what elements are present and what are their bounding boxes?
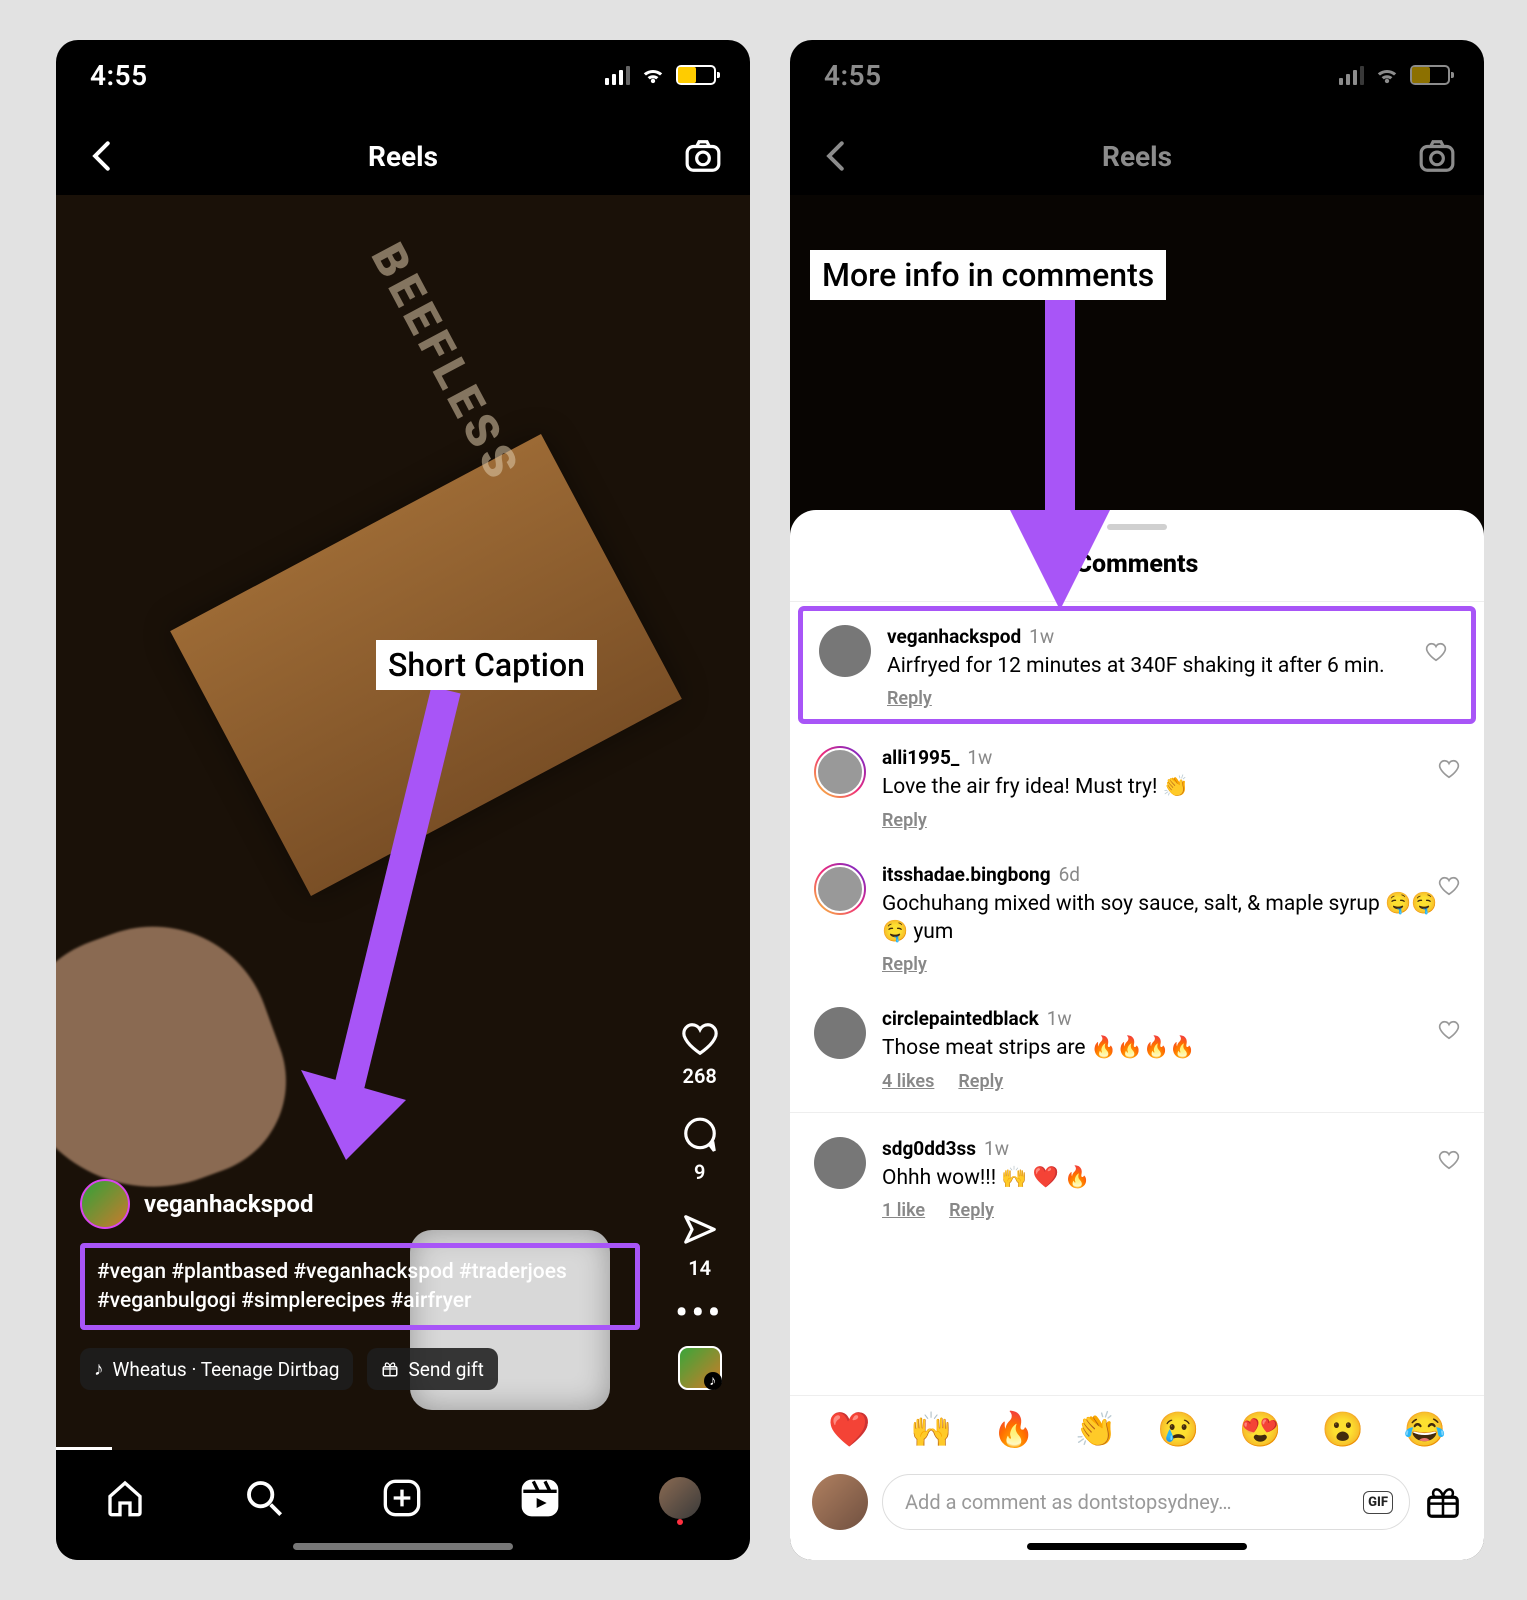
action-rail: 268 9 14 ••• — [675, 1020, 724, 1390]
send-icon — [681, 1212, 719, 1250]
home-icon[interactable] — [105, 1478, 145, 1518]
comment-text: Airfryed for 12 minutes at 340F shaking … — [887, 652, 1455, 680]
like-comment-button[interactable] — [1438, 758, 1460, 784]
comment-text: Gochuhang mixed with soy sauce, salt, & … — [882, 890, 1460, 947]
avatar[interactable] — [814, 1007, 866, 1059]
comment-button[interactable]: 9 — [681, 1116, 719, 1184]
more-button[interactable]: ••• — [675, 1308, 724, 1318]
avatar[interactable] — [814, 863, 866, 915]
emoji-quick-react[interactable]: 🔥 — [992, 1410, 1034, 1450]
comment-row[interactable]: itsshadae.bingbong 6d Gochuhang mixed with… — [790, 845, 1484, 990]
reply-button[interactable]: Reply — [882, 810, 927, 831]
emoji-quick-react[interactable]: 🙌 — [910, 1410, 952, 1450]
header: Reels — [790, 120, 1484, 192]
gift-icon[interactable] — [1424, 1483, 1462, 1521]
comment-input[interactable]: Add a comment as dontstopsydney… GIF — [882, 1474, 1410, 1530]
signal-icon — [1339, 65, 1364, 85]
comment-text: Ohhh wow!!! 🙌 ❤️ 🔥 — [882, 1164, 1460, 1192]
music-note-icon: ♪ — [94, 1357, 104, 1381]
comment-row[interactable]: alli1995_ 1w Love the air fry idea! Must t… — [790, 728, 1484, 844]
comment-text: Love the air fry idea! Must try! 👏 — [882, 773, 1460, 801]
like-comment-button[interactable] — [1438, 1149, 1460, 1175]
comment-username[interactable]: alli1995_ — [882, 746, 959, 769]
comment-username[interactable]: circlepaintedblack — [882, 1007, 1039, 1030]
comments-list[interactable]: veganhackspod1wAirfryed for 12 minutes a… — [790, 602, 1484, 1395]
emoji-quick-react[interactable]: 😮 — [1321, 1410, 1363, 1450]
phone-comments-view: 4:55 Reels More info in comments Comment… — [790, 40, 1484, 1560]
arrow-icon — [286, 680, 486, 1200]
annotation-more-info: More info in comments — [810, 250, 1166, 300]
emoji-quick-react[interactable]: 😂 — [1404, 1410, 1446, 1450]
avatar[interactable] — [814, 1137, 866, 1189]
signal-icon — [605, 65, 630, 85]
battery-icon — [1410, 65, 1450, 85]
profile-tab[interactable] — [659, 1477, 701, 1519]
gift-icon — [381, 1360, 399, 1378]
search-icon[interactable] — [244, 1478, 284, 1518]
like-comment-button[interactable] — [1438, 1019, 1460, 1045]
comment-likes[interactable]: 4 likes — [882, 1071, 934, 1092]
reply-button[interactable]: Reply — [882, 954, 927, 975]
comment-row[interactable]: sdg0dd3ss 1w Ohhh wow!!! 🙌 ❤️ 🔥 1 like Reply — [790, 1119, 1484, 1235]
reply-button[interactable]: Reply — [958, 1071, 1003, 1092]
emoji-quick-react[interactable]: 😢 — [1157, 1410, 1199, 1450]
reel-meta: veganhackspod #vegan #plantbased #veganh… — [80, 1179, 640, 1390]
reels-icon[interactable] — [520, 1478, 560, 1518]
send-gift-pill[interactable]: Send gift — [367, 1348, 497, 1390]
comment-username[interactable]: sdg0dd3ss — [882, 1137, 976, 1160]
annotation-short-caption: Short Caption — [376, 640, 597, 690]
emoji-row: ❤️ 🙌 🔥 👏 😢 😍 😮 😂 — [790, 1395, 1484, 1464]
comment-text: Those meat strips are 🔥🔥🔥🔥 — [882, 1034, 1460, 1062]
comments-sheet: Comments veganhackspod1wAirfryed for 12 … — [790, 510, 1484, 1560]
emoji-quick-react[interactable]: 😍 — [1239, 1410, 1281, 1450]
reply-button[interactable]: Reply — [949, 1200, 994, 1221]
avatar[interactable] — [814, 746, 866, 798]
avatar — [80, 1179, 130, 1229]
phone-reel-view: 4:55 Reels BEEFLESS 268 9 — [56, 40, 750, 1560]
comment-time: 1w — [984, 1137, 1009, 1160]
comment-username[interactable]: itsshadae.bingbong — [882, 863, 1051, 886]
audio-tile[interactable] — [678, 1346, 722, 1390]
comment-time: 1w — [967, 746, 992, 769]
header: Reels — [56, 120, 750, 192]
header-title: Reels — [56, 140, 750, 173]
status-time: 4:55 — [90, 59, 148, 92]
wifi-icon — [640, 65, 666, 85]
heart-icon — [681, 1020, 719, 1058]
arrow-icon — [980, 300, 1140, 630]
like-button[interactable]: 268 — [681, 1020, 719, 1088]
status-bar: 4:55 — [790, 40, 1484, 110]
my-avatar[interactable] — [812, 1474, 868, 1530]
comment-time: 1w — [1047, 1007, 1072, 1030]
create-icon[interactable] — [382, 1478, 422, 1518]
gif-button[interactable]: GIF — [1363, 1491, 1393, 1514]
sound-pill[interactable]: ♪Wheatus · Teenage Dirtbag — [80, 1348, 353, 1390]
wifi-icon — [1374, 65, 1400, 85]
status-time: 4:55 — [824, 59, 882, 92]
share-button[interactable]: 14 — [681, 1212, 719, 1280]
comment-time: 6d — [1059, 863, 1080, 886]
comment-row[interactable]: circlepaintedblack 1w Those meat strips ar… — [790, 989, 1484, 1105]
reply-button[interactable]: Reply — [887, 688, 932, 709]
comment-icon — [681, 1116, 719, 1154]
emoji-quick-react[interactable]: ❤️ — [828, 1410, 870, 1450]
comment-likes[interactable]: 1 like — [882, 1200, 925, 1221]
caption-text[interactable]: #vegan #plantbased #veganhackspod #trade… — [97, 1258, 623, 1315]
home-indicator[interactable] — [1027, 1543, 1247, 1550]
emoji-quick-react[interactable]: 👏 — [1075, 1410, 1117, 1450]
battery-icon — [676, 65, 716, 85]
like-comment-button[interactable] — [1438, 875, 1460, 901]
header-title: Reels — [790, 140, 1484, 173]
avatar[interactable] — [819, 625, 871, 677]
home-indicator[interactable] — [293, 1543, 513, 1550]
caption-highlight: #vegan #plantbased #veganhackspod #trade… — [80, 1243, 640, 1330]
status-bar: 4:55 — [56, 40, 750, 110]
like-comment-button[interactable] — [1425, 641, 1447, 667]
